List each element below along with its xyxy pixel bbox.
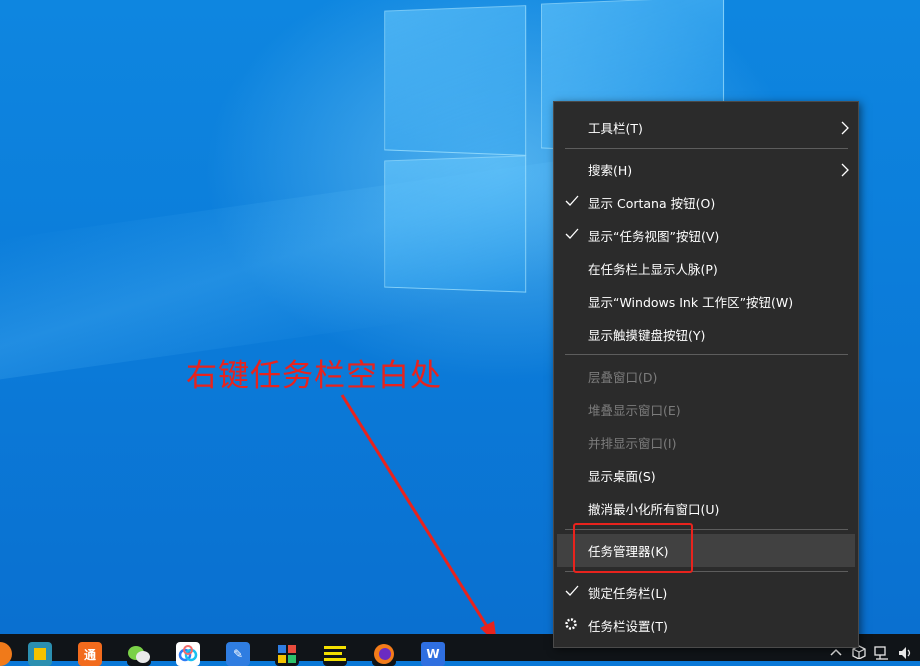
menu-item-show-windows-ink[interactable]: 显示“Windows Ink 工作区”按钮(W) [554,285,858,318]
wechat-icon[interactable] [127,642,151,666]
menu-item-search[interactable]: 搜索(H) [554,153,858,186]
checkmark-icon [565,195,579,206]
menu-item-label: 并排显示窗口(I) [588,436,677,451]
folder-app-icon[interactable] [28,642,52,666]
menu-item-lock-taskbar[interactable]: 锁定任务栏(L) [554,576,858,609]
menu-item-cascade-windows: 层叠窗口(D) [554,360,858,393]
chevron-up-icon[interactable] [830,646,842,661]
menu-item-label: 显示 Cortana 按钮(O) [588,196,716,211]
firefox-icon[interactable] [372,642,396,666]
tong-app-icon[interactable]: 通 [78,642,102,666]
menu-item-label: 锁定任务栏(L) [588,586,668,601]
menu-item-toolbars[interactable]: 工具栏(T) [554,111,858,144]
menu-item-label: 撤消最小化所有窗口(U) [588,502,720,517]
menu-item-taskbar-settings[interactable]: 任务栏设置(T) [554,609,858,642]
menu-item-stack-windows: 堆叠显示窗口(E) [554,393,858,426]
network-icon[interactable] [874,646,890,664]
menu-item-label: 显示桌面(S) [588,469,656,484]
menu-item-label: 搜索(H) [588,163,633,178]
menu-item-label: 在任务栏上显示人脉(P) [588,262,718,277]
menu-item-label: 任务栏设置(T) [588,619,668,634]
highlight-box [573,523,693,573]
menu-item-show-desktop[interactable]: 显示桌面(S) [554,459,858,492]
menu-item-label: 工具栏(T) [588,121,643,136]
menu-item-show-touch-keyboard[interactable]: 显示触摸键盘按钮(Y) [554,318,858,351]
tiles-app-icon[interactable] [275,642,299,666]
chevron-right-icon [841,121,849,135]
menu-item-show-task-view[interactable]: 显示“任务视图”按钮(V) [554,219,858,252]
wps-icon[interactable]: W [421,642,445,666]
menu-item-label: 显示“任务视图”按钮(V) [588,229,720,244]
menu-item-label: 显示“Windows Ink 工作区”按钮(W) [588,295,794,310]
gear-icon [565,618,577,630]
menu-item-label: 显示触摸键盘按钮(Y) [588,328,706,343]
menu-item-label: 层叠窗口(D) [588,370,658,385]
menu-item-show-cortana[interactable]: 显示 Cortana 按钮(O) [554,186,858,219]
menu-item-side-by-side-windows: 并排显示窗口(I) [554,426,858,459]
menu-item-label: 堆叠显示窗口(E) [588,403,681,418]
menu-item-undo-minimize-all[interactable]: 撤消最小化所有窗口(U) [554,492,858,525]
chevron-right-icon [841,163,849,177]
volume-icon[interactable] [898,646,914,664]
orange-app-icon[interactable] [0,642,12,666]
notes-app-icon[interactable] [323,642,347,666]
menu-separator [565,148,848,149]
checkmark-icon [565,585,579,596]
menu-item-show-people[interactable]: 在任务栏上显示人脉(P) [554,252,858,285]
edit-app-icon[interactable]: ✎ [226,642,250,666]
menu-separator [565,354,848,355]
baidu-netdisk-icon[interactable] [176,642,200,666]
checkmark-icon [565,228,579,239]
